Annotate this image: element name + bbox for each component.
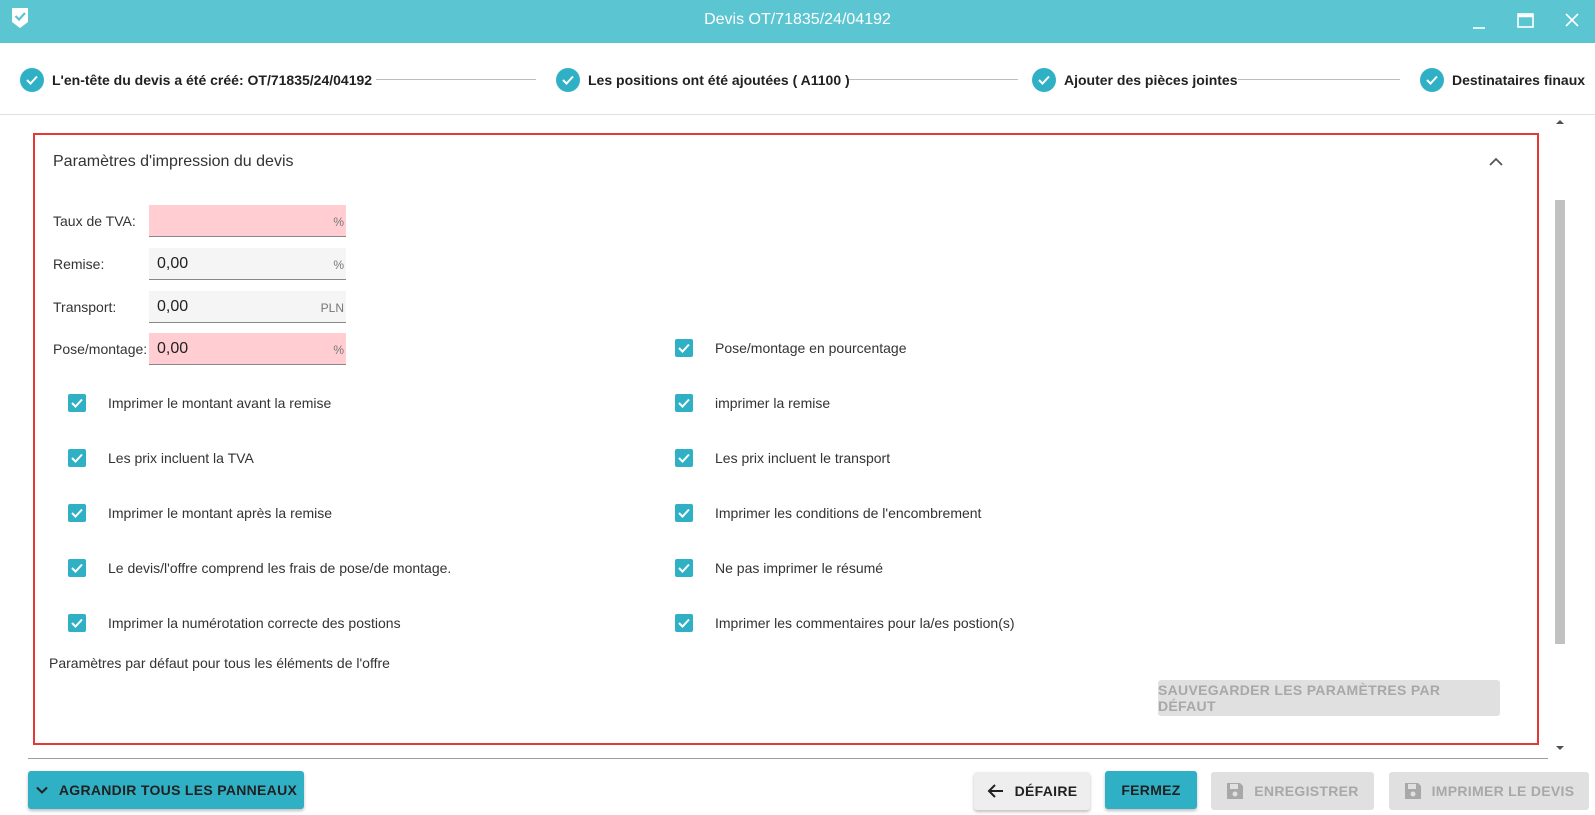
step-final-recipients[interactable]: Destinataires finaux (1420, 67, 1585, 93)
divider (28, 758, 1548, 759)
print-settings-panel: Paramètres d'impression du devis Taux de… (33, 133, 1539, 745)
scroll-thumb[interactable] (1555, 200, 1565, 644)
checkbox-prices-include-vat[interactable] (68, 449, 86, 467)
checkmark-icon (678, 618, 690, 628)
checkmark-icon (71, 618, 83, 628)
step-label: Ajouter des pièces jointes (1064, 72, 1238, 88)
checkmark-icon (678, 563, 690, 573)
checkbox-label: Imprimer les conditions de l'encombremen… (715, 505, 982, 521)
checkbox-prices-include-transport[interactable] (675, 449, 693, 467)
close-icon[interactable] (1562, 10, 1584, 32)
step-label: Destinataires finaux (1452, 72, 1586, 88)
save-default-settings-button[interactable]: SAUVEGARDER LES PARAMÈTRES PAR DÉFAUT (1158, 680, 1500, 716)
step-label: Les positions ont été ajoutées ( A1100 ) (588, 72, 850, 88)
check-icon (20, 68, 44, 92)
checkbox-correct-numbering[interactable] (68, 614, 86, 632)
transport-unit: PLN (320, 301, 344, 315)
checkbox-print-comments[interactable] (675, 614, 693, 632)
title-bar: Devis OT/71835/24/04192 (0, 0, 1595, 43)
vat-field[interactable]: % (149, 205, 346, 237)
vat-unit: % (333, 215, 344, 229)
minimize-icon[interactable] (1469, 10, 1491, 32)
checkmark-icon (678, 343, 690, 353)
transport-value: 0,00 (157, 298, 189, 315)
checkbox-label: Pose/montage en pourcentage (715, 340, 907, 356)
checkmark-icon (71, 398, 83, 408)
checkmark-icon (71, 453, 83, 463)
checkbox-label: Les prix incluent la TVA (108, 450, 254, 466)
step-connector (376, 79, 536, 80)
print-quote-button[interactable]: IMPRIMER LE DEVIS (1389, 772, 1589, 810)
panel-title[interactable]: Paramètres d'impression du devis (53, 153, 294, 171)
discount-unit: % (333, 258, 344, 272)
discount-field[interactable]: 0,00 % (149, 248, 346, 280)
checkbox-amount-before-discount[interactable] (68, 394, 86, 412)
default-settings-text: Paramètres par défaut pour tous les élém… (49, 655, 390, 671)
checkbox-label: imprimer la remise (715, 395, 831, 411)
floppy-disk-icon (1226, 782, 1244, 800)
undo-button[interactable]: DÉFAIRE (974, 772, 1090, 810)
check-icon (1420, 68, 1444, 92)
chevron-down-icon (35, 783, 49, 797)
print-label: IMPRIMER LE DEVIS (1431, 783, 1575, 799)
floppy-disk-icon (1404, 782, 1422, 800)
checkbox-amount-after-discount[interactable] (68, 504, 86, 522)
undo-label: DÉFAIRE (1014, 783, 1078, 799)
check-icon (1032, 68, 1056, 92)
transport-label: Transport: (53, 299, 117, 315)
step-label: L'en-tête du devis a été créé: OT/71835/… (52, 72, 373, 88)
checkmark-icon (678, 398, 690, 408)
save-label: ENREGISTRER (1254, 783, 1359, 799)
scroll-down-arrow-icon[interactable] (1556, 744, 1564, 752)
discount-label: Remise: (53, 256, 105, 272)
checkmark-icon (71, 508, 83, 518)
installation-value: 0,00 (157, 340, 189, 357)
checkmark-icon (678, 453, 690, 463)
checkbox-label: Le devis/l'offre comprend les frais de p… (108, 560, 452, 576)
expand-all-panels-button[interactable]: AGRANDIR TOUS LES PANNEAUX (28, 771, 304, 809)
checkmark-icon (71, 563, 83, 573)
checkmark-icon (678, 508, 690, 518)
checkbox-installation-percentage[interactable] (675, 339, 693, 357)
stepper: L'en-tête du devis a été créé: OT/71835/… (0, 43, 1595, 115)
window-title: Devis OT/71835/24/04192 (704, 11, 891, 28)
content-area: Paramètres d'impression du devis Taux de… (0, 116, 1595, 756)
save-button[interactable]: ENREGISTRER (1211, 772, 1374, 810)
installation-unit: % (333, 343, 344, 357)
checkbox-label: Imprimer les commentaires pour la/es pos… (715, 615, 1015, 631)
checkbox-print-discount[interactable] (675, 394, 693, 412)
checkbox-print-encumbrance[interactable] (675, 504, 693, 522)
checkbox-no-summary[interactable] (675, 559, 693, 577)
discount-value: 0,00 (157, 255, 189, 272)
transport-field[interactable]: 0,00 PLN (149, 291, 346, 323)
step-connector (848, 79, 1018, 80)
expand-all-label: AGRANDIR TOUS LES PANNEAUX (58, 782, 298, 798)
arrow-left-icon (987, 783, 1005, 799)
checkbox-label: Imprimer le montant après la remise (108, 505, 333, 521)
close-button[interactable]: FERMEZ (1105, 771, 1197, 809)
scroll-up-arrow-icon[interactable] (1556, 118, 1564, 126)
installation-field[interactable]: 0,00 % (149, 333, 346, 365)
step-connector (1238, 79, 1400, 80)
step-attachments[interactable]: Ajouter des pièces jointes (1032, 67, 1238, 93)
step-positions-added[interactable]: Les positions ont été ajoutées ( A1100 ) (556, 67, 850, 93)
vat-label: Taux de TVA: (53, 213, 136, 229)
chevron-up-icon[interactable] (1486, 152, 1506, 172)
check-icon (556, 68, 580, 92)
installation-label: Pose/montage: (53, 341, 148, 357)
checkbox-label: Imprimer le montant avant la remise (108, 395, 332, 411)
step-header-created[interactable]: L'en-tête du devis a été créé: OT/71835/… (20, 67, 372, 93)
checkbox-label: Ne pas imprimer le résumé (715, 560, 884, 576)
maximize-icon[interactable] (1515, 10, 1537, 32)
checkbox-label: Imprimer la numérotation correcte des po… (108, 615, 401, 631)
checkbox-label: Les prix incluent le transport (715, 450, 891, 466)
checkbox-includes-installation-costs[interactable] (68, 559, 86, 577)
vertical-scrollbar[interactable] (1553, 116, 1566, 756)
